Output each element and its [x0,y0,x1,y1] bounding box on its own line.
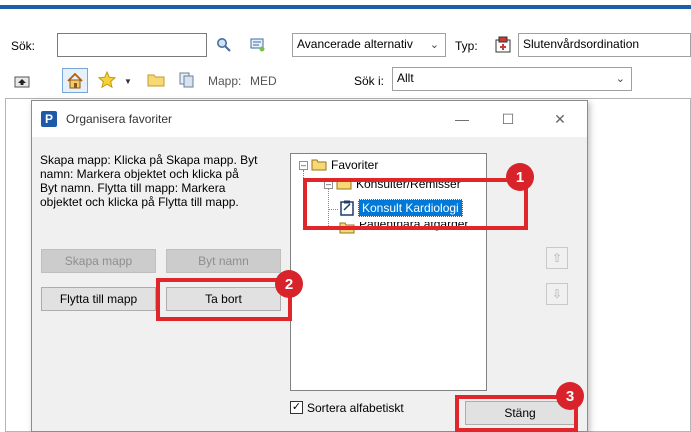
annotation-badge-2: 2 [275,270,303,298]
move-down-arrow-icon[interactable]: ⇩ [546,283,568,305]
favorites-dropdown-icon[interactable]: ▼ [124,77,132,86]
type-select-value: Slutenvårdsordination [523,37,640,51]
search-in-dropdown[interactable]: Allt ⌄ [392,67,632,91]
create-folder-button[interactable]: Skapa mapp [41,249,156,273]
search-label: Sök: [11,39,36,53]
chevron-down-icon: ⌄ [429,39,439,51]
annotation-box-2 [156,278,292,321]
maximize-icon[interactable]: ☐ [490,107,526,131]
collapse-icon[interactable]: – [299,160,308,170]
rename-button[interactable]: Byt namn [166,249,281,273]
minimize-icon[interactable]: — [444,107,480,131]
move-to-folder-button[interactable]: Flytta till mapp [41,287,156,311]
sort-label: Sortera alfabetiskt [307,401,404,415]
annotation-badge-1: 1 [506,163,534,191]
folder-label: Mapp: [208,74,242,88]
up-folder-icon[interactable] [12,71,32,91]
search-icon[interactable] [214,35,234,55]
page-header-strip [0,0,691,12]
type-select[interactable]: Slutenvårdsordination [518,33,691,57]
folder-value: MED [250,74,277,88]
move-up-arrow-icon[interactable]: ⇧ [546,247,568,269]
search-in-value: Allt [397,71,414,85]
folder-icon[interactable] [146,71,166,89]
copy-icon[interactable] [177,70,197,90]
home-icon[interactable] [62,68,88,93]
advanced-search-icon[interactable] [248,35,268,55]
app-icon: P [41,111,57,127]
instructions-text: Skapa mapp: Klicka på Skapa mapp. Byt na… [40,153,258,209]
advanced-options-label: Avancerade alternativ [297,37,413,51]
chevron-down-icon: ⌄ [615,73,625,85]
tree-node-label: Favoriter [331,158,379,172]
dialog-title: Organisera favoriter [66,112,173,126]
folder-open-icon [311,159,327,171]
search-input[interactable] [57,33,207,57]
dialog-titlebar: P Organisera favoriter — ☐ ✕ [32,101,587,137]
close-icon[interactable]: ✕ [542,107,578,131]
annotation-box-1 [303,178,528,230]
annotation-badge-3: 3 [556,382,584,410]
type-icon [493,35,513,55]
favorites-star-icon[interactable] [96,70,118,90]
advanced-options-dropdown[interactable]: Avancerade alternativ ⌄ [292,33,446,57]
header-underline [0,5,691,9]
organize-favorites-dialog: P Organisera favoriter — ☐ ✕ Skapa mapp:… [31,100,588,432]
tree-node-root[interactable]: – Favoriter [299,158,378,172]
sort-checkbox[interactable]: ✓ [290,401,303,414]
type-label: Typ: [455,39,478,53]
search-in-label: Sök i: [354,74,385,88]
